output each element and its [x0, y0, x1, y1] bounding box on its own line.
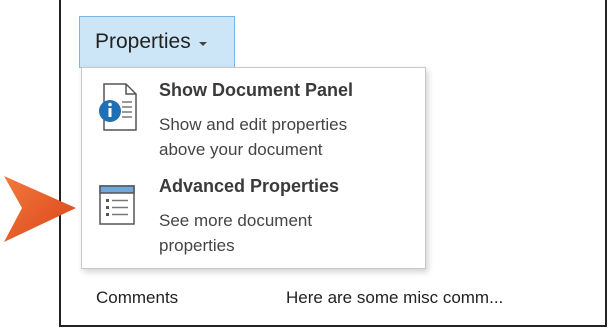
menu-item-show-document-panel[interactable]: Show Document Panel Show and edit proper…: [82, 76, 425, 168]
document-panel-icon: [96, 82, 140, 134]
menu-item-description: See more document properties: [159, 208, 409, 258]
menu-item-advanced-properties[interactable]: Advanced Properties See more document pr…: [82, 172, 425, 264]
advanced-properties-icon: [96, 178, 140, 230]
menu-item-description: Show and edit properties above your docu…: [159, 112, 409, 162]
chevron-down-icon: [198, 41, 207, 46]
pointer-arrow-icon: [0, 170, 78, 246]
properties-button[interactable]: Properties: [79, 16, 235, 68]
description-line: Show and edit properties: [159, 115, 348, 134]
properties-dropdown-menu: Show Document Panel Show and edit proper…: [81, 67, 426, 269]
properties-button-label: Properties: [95, 30, 191, 53]
comments-label: Comments: [96, 288, 179, 307]
description-line: properties: [159, 236, 235, 255]
description-line: See more document: [159, 211, 313, 230]
comments-value[interactable]: Here are some misc comm...: [286, 288, 503, 308]
menu-item-title: Advanced Properties: [159, 176, 340, 196]
description-line: above your document: [159, 140, 323, 159]
menu-item-title: Show Document Panel: [159, 80, 354, 100]
